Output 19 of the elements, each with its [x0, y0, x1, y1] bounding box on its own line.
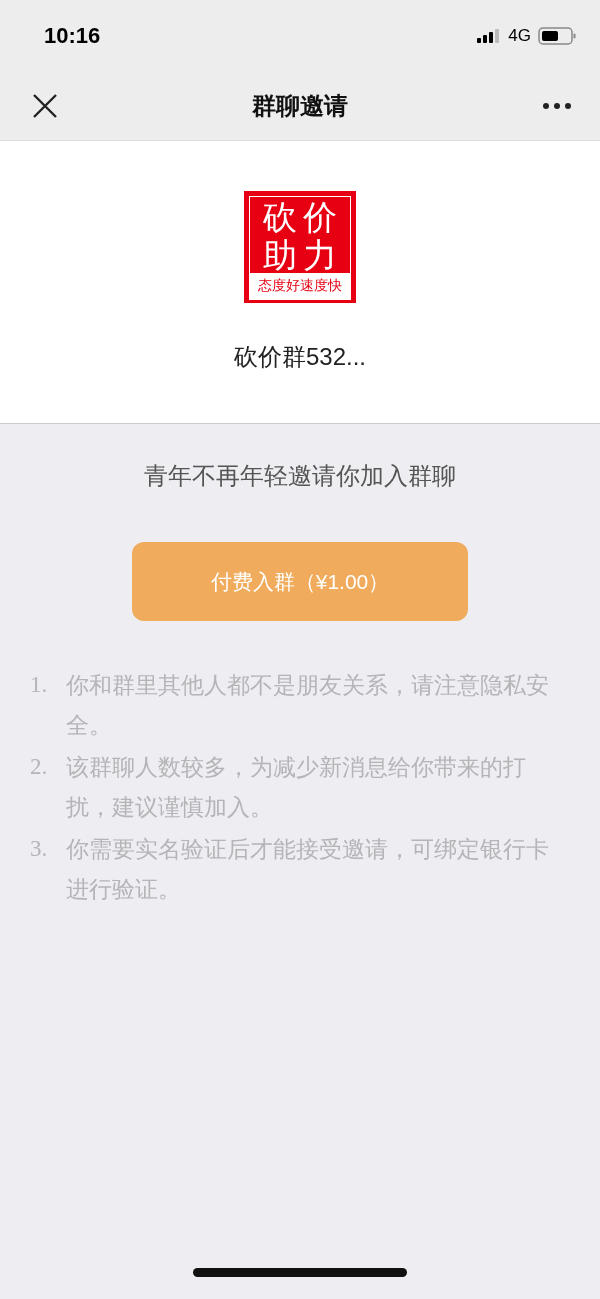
logo-tagline: 态度好速度快	[250, 273, 350, 299]
clock: 10:16	[44, 23, 102, 49]
list-number: 1.	[30, 671, 49, 699]
notice-text: 该群聊人数较多，为减少新消息给你带来的打扰，建议谨慎加入。	[66, 753, 527, 822]
invite-message: 青年不再年轻邀请你加入群聊	[144, 461, 456, 491]
page-title: 群聊邀请	[252, 91, 348, 121]
battery-icon	[538, 27, 576, 45]
notice-text: 你和群里其他人都不是朋友关系，请注意隐私安全。	[66, 671, 550, 740]
group-name: 砍价群532...	[233, 342, 366, 372]
logo-text: 助力	[262, 235, 344, 273]
signal-icon	[477, 29, 502, 43]
pay-join-button[interactable]: 付费入群（¥1.00）	[132, 542, 468, 621]
logo-text: 砍价	[262, 197, 344, 235]
close-icon[interactable]	[32, 93, 58, 119]
network-label: 4G	[508, 26, 531, 46]
list-number: 3.	[30, 835, 49, 863]
list-number: 2.	[30, 753, 49, 781]
more-icon[interactable]	[542, 102, 572, 110]
notice-text: 你需要实名验证后才能接受邀请，可绑定银行卡进行验证。	[66, 835, 550, 904]
